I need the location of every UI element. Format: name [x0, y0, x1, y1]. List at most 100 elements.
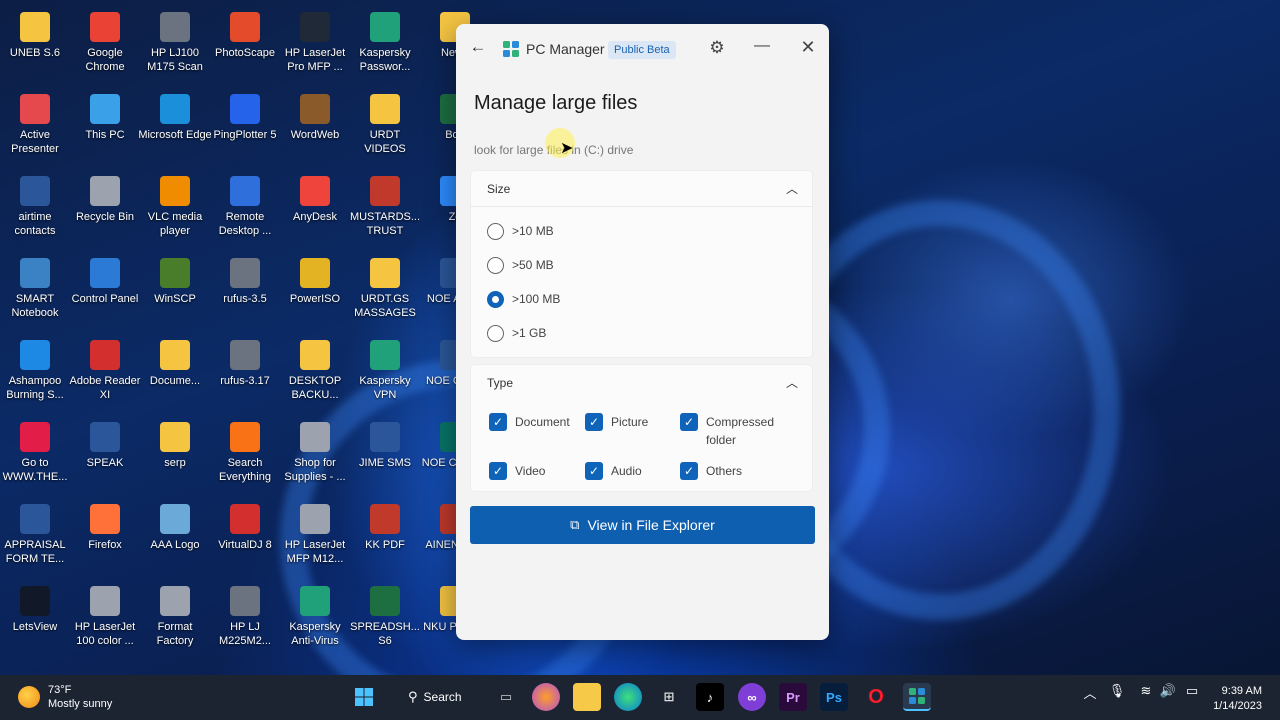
desktop-shortcut[interactable]: VirtualDJ 8 — [210, 498, 280, 578]
desktop-shortcut[interactable]: PowerISO — [280, 252, 350, 332]
desktop-shortcut[interactable]: URDT VIDEOS — [350, 88, 420, 168]
battery-icon[interactable]: ▭ — [1182, 683, 1202, 699]
checkbox[interactable]: ✓ — [489, 413, 507, 431]
desktop-shortcut[interactable]: rufus-3.17 — [210, 334, 280, 414]
desktop-shortcut[interactable]: SMART Notebook — [0, 252, 70, 332]
desktop-shortcut[interactable]: Firefox — [70, 498, 140, 578]
desktop-shortcut[interactable]: UNEB S.6 — [0, 6, 70, 86]
desktop-shortcut[interactable]: SPEAK — [70, 416, 140, 496]
type-option[interactable]: ✓ Video — [489, 462, 545, 480]
type-option[interactable]: ✓ Document — [489, 413, 570, 431]
desktop-shortcut[interactable]: Control Panel — [70, 252, 140, 332]
desktop-shortcut[interactable]: WinSCP — [140, 252, 210, 332]
checkbox[interactable]: ✓ — [585, 462, 603, 480]
taskbar-search-button[interactable]: ⚲ Search — [398, 683, 476, 711]
view-in-file-explorer-button[interactable]: ⧉ View in File Explorer — [470, 506, 815, 544]
premiere-icon[interactable]: Pr — [779, 683, 807, 711]
chevron-up-icon[interactable]: ︿ — [784, 374, 800, 390]
desktop-shortcut[interactable]: HP LaserJet Pro MFP ... — [280, 6, 350, 86]
size-option[interactable]: >50 MB — [487, 255, 554, 275]
desktop-shortcut[interactable]: HP LJ M225M2... — [210, 580, 280, 660]
desktop-shortcut[interactable]: MUSTARDS... TRUST — [350, 170, 420, 250]
wifi-icon[interactable]: ≋ — [1136, 683, 1156, 699]
desktop-shortcut[interactable]: AAA Logo — [140, 498, 210, 578]
desktop-shortcut[interactable]: Remote Desktop ... — [210, 170, 280, 250]
desktop-shortcut[interactable]: rufus-3.5 — [210, 252, 280, 332]
firefox-icon[interactable] — [532, 683, 560, 711]
clipchamp-icon[interactable]: ∞ — [738, 683, 766, 711]
desktop-shortcut[interactable]: VLC media player — [140, 170, 210, 250]
edge-icon[interactable] — [614, 683, 642, 711]
desktop-shortcut[interactable]: SPREADSH... S6 — [350, 580, 420, 660]
desktop-shortcut[interactable]: HP LaserJet MFP M12... — [280, 498, 350, 578]
type-option[interactable]: ✓ Compressed folder — [680, 413, 790, 449]
radio-button[interactable] — [487, 222, 504, 240]
windows-start-icon[interactable] — [350, 683, 378, 711]
file-explorer-icon[interactable] — [573, 683, 601, 711]
size-section-header[interactable]: Size ︿ — [471, 171, 812, 207]
desktop-shortcut[interactable]: Docume... — [140, 334, 210, 414]
weather-widget[interactable]: 73°F Mostly sunny — [18, 683, 112, 711]
minimize-icon[interactable]: — — [753, 37, 771, 57]
type-section-header[interactable]: Type ︿ — [471, 365, 812, 401]
desktop-shortcut[interactable]: WordWeb — [280, 88, 350, 168]
type-option[interactable]: ✓ Others — [680, 462, 742, 480]
desktop-shortcut[interactable]: Search Everything — [210, 416, 280, 496]
close-icon[interactable]: ✕ — [798, 37, 818, 59]
desktop-shortcut[interactable]: Shop for Supplies - ... — [280, 416, 350, 496]
store-icon[interactable]: ⊞ — [655, 683, 683, 711]
desktop-shortcut[interactable]: Active Presenter — [0, 88, 70, 168]
desktop-shortcut-label: URDT.GS MASSAGES — [354, 293, 416, 319]
checkbox[interactable]: ✓ — [585, 413, 603, 431]
size-option[interactable]: >10 MB — [487, 221, 554, 241]
size-option[interactable]: >100 MB — [487, 289, 560, 309]
desktop-shortcut[interactable]: Adobe Reader XI — [70, 334, 140, 414]
radio-button[interactable] — [487, 290, 504, 308]
photoshop-icon[interactable]: Ps — [820, 683, 848, 711]
microphone-icon[interactable]: 🎙 — [1107, 683, 1127, 699]
desktop-shortcut[interactable]: Go to WWW.THE... — [0, 416, 70, 496]
checkbox[interactable]: ✓ — [680, 462, 698, 480]
task-view-icon[interactable]: ▭ — [492, 683, 520, 711]
desktop-shortcut[interactable]: JIME SMS — [350, 416, 420, 496]
clock-time: 9:39 AM — [1221, 685, 1262, 697]
checkbox[interactable]: ✓ — [489, 462, 507, 480]
size-option[interactable]: >1 GB — [487, 323, 546, 343]
pc-manager-icon[interactable] — [903, 683, 931, 711]
desktop-shortcut[interactable]: DESKTOP BACKU... — [280, 334, 350, 414]
desktop-shortcut[interactable]: LetsView — [0, 580, 70, 660]
desktop-shortcut[interactable]: Kaspersky VPN — [350, 334, 420, 414]
opera-icon[interactable]: O — [862, 683, 890, 711]
desktop-shortcut[interactable]: AnyDesk — [280, 170, 350, 250]
radio-button[interactable] — [487, 324, 504, 342]
desktop-shortcut[interactable]: Recycle Bin — [70, 170, 140, 250]
desktop-shortcut[interactable]: This PC — [70, 88, 140, 168]
desktop-shortcut[interactable]: Format Factory — [140, 580, 210, 660]
desktop-shortcut[interactable]: Google Chrome — [70, 6, 140, 86]
radio-button[interactable] — [487, 256, 504, 274]
desktop-shortcut[interactable]: PingPlotter 5 — [210, 88, 280, 168]
desktop-shortcut[interactable]: Ashampoo Burning S... — [0, 334, 70, 414]
desktop-shortcut[interactable]: serp — [140, 416, 210, 496]
back-arrow-icon[interactable]: ← — [468, 37, 488, 59]
desktop-shortcut[interactable]: Kaspersky Anti-Virus — [280, 580, 350, 660]
desktop-shortcut[interactable]: URDT.GS MASSAGES — [350, 252, 420, 332]
type-option[interactable]: ✓ Audio — [585, 462, 642, 480]
taskbar-clock[interactable]: 9:39 AM 1/14/2023 — [1210, 684, 1262, 714]
desktop-shortcut[interactable]: HP LJ100 M175 Scan — [140, 6, 210, 86]
chevron-up-icon[interactable]: ︿ — [1080, 683, 1100, 702]
desktop-shortcut[interactable]: KK PDF — [350, 498, 420, 578]
checkbox[interactable]: ✓ — [680, 413, 698, 431]
public-beta-badge: Public Beta — [608, 41, 676, 59]
desktop-shortcut[interactable]: Microsoft Edge — [138, 88, 212, 168]
desktop-shortcut[interactable]: HP LaserJet 100 color ... — [70, 580, 140, 660]
desktop-shortcut[interactable]: APPRAISAL FORM TE... — [0, 498, 70, 578]
gear-icon[interactable]: ⚙ — [707, 38, 727, 58]
desktop-shortcut[interactable]: PhotoScape — [210, 6, 280, 86]
desktop-shortcut[interactable]: Kaspersky Passwor... — [350, 6, 420, 86]
tiktok-icon[interactable]: ♪ — [696, 683, 724, 711]
volume-icon[interactable]: 🔊 — [1158, 683, 1178, 699]
type-option[interactable]: ✓ Picture — [585, 413, 648, 431]
desktop-shortcut[interactable]: airtime contacts — [0, 170, 70, 250]
chevron-up-icon[interactable]: ︿ — [784, 180, 800, 196]
